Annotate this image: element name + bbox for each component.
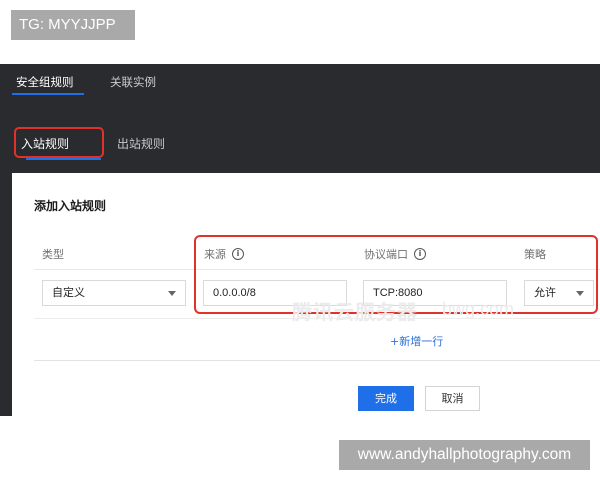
tab-security-group-rules[interactable]: 安全组规则 <box>16 74 74 90</box>
type-select-value: 自定义 <box>52 287 85 299</box>
site-watermark-label: www.andyhallphotography.com <box>339 440 590 470</box>
cancel-button[interactable]: 取消 <box>425 386 480 411</box>
top-tab-bar: 安全组规则 关联实例 <box>0 64 600 98</box>
tab-associated-instances[interactable]: 关联实例 <box>110 74 156 90</box>
chevron-down-icon <box>168 291 176 296</box>
column-header-type: 类型 <box>42 246 64 262</box>
row-divider <box>34 318 600 319</box>
type-select[interactable]: 自定义 <box>42 280 186 306</box>
dialog-title: 添加入站规则 <box>34 199 107 213</box>
tg-watermark-label: TG: MYYJJPP <box>11 10 135 40</box>
active-subtab-indicator <box>26 158 101 160</box>
add-row-link[interactable]: +新增一行 <box>390 333 443 349</box>
page: TG: MYYJJPP 安全组规则 关联实例 入站规则 出站规则 添加入站规则 … <box>0 0 600 480</box>
confirm-button[interactable]: 完成 <box>358 386 414 411</box>
add-inbound-rule-dialog: 添加入站规则 类型 来源 i 协议端口 i 策略 自定义 0.0.0.0/8 T… <box>12 173 600 416</box>
watermark-text: 腾讯云服务器 <box>292 300 418 324</box>
active-tab-indicator <box>12 93 84 95</box>
watermark-domain: bwg.com <box>442 299 515 319</box>
security-group-screenshot: 安全组规则 关联实例 入站规则 出站规则 添加入站规则 类型 来源 i 协议端口… <box>0 64 600 416</box>
footer-divider <box>34 360 600 361</box>
column-header-type-label: 类型 <box>42 248 64 261</box>
inbound-tab-highlight-annotation <box>14 127 104 158</box>
tab-outbound-rules[interactable]: 出站规则 <box>117 135 165 152</box>
